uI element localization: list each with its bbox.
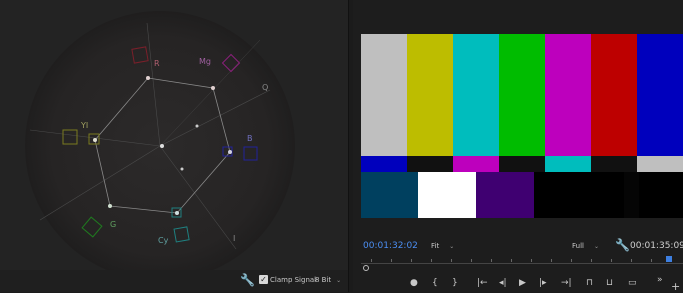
bar-gray bbox=[361, 34, 407, 156]
resolution-select[interactable]: Full ⌄ bbox=[572, 242, 599, 250]
scope-footer: 🔧 ✓ Clamp Signal 8 Bit ⌄ bbox=[0, 270, 348, 292]
bar-blue bbox=[637, 34, 683, 156]
settings-wrench-icon[interactable]: 🔧 bbox=[615, 238, 630, 252]
chevron-down-icon: ⌄ bbox=[336, 277, 342, 284]
zoom-select[interactable]: Fit ⌄ bbox=[431, 242, 454, 250]
pluge-white bbox=[418, 172, 476, 218]
add-button-icon[interactable]: + bbox=[671, 280, 680, 293]
label-mg: Mg bbox=[199, 57, 211, 66]
bit-depth-select[interactable]: 8 Bit ⌄ bbox=[315, 276, 341, 284]
scope-circle bbox=[25, 11, 295, 270]
chevron-down-icon: ⌄ bbox=[593, 243, 600, 250]
label-b: B bbox=[247, 134, 253, 143]
label-r: R bbox=[154, 59, 160, 68]
label-g: G bbox=[110, 220, 116, 229]
time-ruler[interactable] bbox=[361, 256, 683, 271]
add-marker-icon[interactable]: ● bbox=[410, 278, 418, 288]
vectorscope-graph: R Mg Q B YI G Cy I bbox=[25, 11, 295, 270]
go-to-in-icon[interactable]: |← bbox=[477, 278, 488, 288]
current-timecode[interactable]: 00:01:32:02 bbox=[363, 241, 418, 251]
label-i: I bbox=[233, 234, 235, 243]
export-frame-icon[interactable]: ▭ bbox=[628, 278, 637, 288]
playhead[interactable] bbox=[666, 256, 672, 262]
pluge-purple bbox=[476, 172, 534, 218]
step-forward-icon[interactable]: |▸ bbox=[539, 278, 547, 288]
extract-icon[interactable]: ⊔ bbox=[606, 278, 613, 288]
wrench-icon[interactable]: 🔧 bbox=[240, 273, 255, 287]
label-cy: Cy bbox=[158, 236, 169, 245]
bar-cyan bbox=[453, 34, 499, 156]
pluge-navy bbox=[361, 172, 418, 218]
vectorscope-panel: R Mg Q B YI G Cy I 🔧 ✓ Clamp Signal 8 Bi… bbox=[0, 0, 349, 292]
bar-red bbox=[591, 34, 637, 156]
mark-out-icon[interactable]: } bbox=[452, 278, 458, 288]
bar-yellow bbox=[407, 34, 453, 156]
bar-magenta bbox=[545, 34, 591, 156]
go-to-out-icon[interactable]: →| bbox=[561, 278, 572, 288]
clamp-signal-checkbox[interactable]: ✓ bbox=[259, 275, 268, 284]
mark-in-icon[interactable]: { bbox=[432, 278, 438, 288]
zoom-start-handle[interactable] bbox=[363, 265, 369, 271]
duration-timecode: 00:01:35:09 bbox=[630, 241, 683, 251]
label-q: Q bbox=[262, 83, 268, 92]
play-icon[interactable]: ▶ bbox=[519, 278, 526, 288]
chevron-down-icon: ⌄ bbox=[449, 243, 455, 250]
step-back-icon[interactable]: ◂| bbox=[499, 278, 507, 288]
more-icon[interactable]: » bbox=[657, 275, 663, 285]
bar-green bbox=[499, 34, 545, 156]
clamp-signal-label: Clamp Signal bbox=[270, 276, 317, 284]
label-yl: YI bbox=[80, 121, 88, 130]
color-bars-frame bbox=[361, 34, 683, 218]
lift-icon[interactable]: ⊓ bbox=[586, 278, 593, 288]
